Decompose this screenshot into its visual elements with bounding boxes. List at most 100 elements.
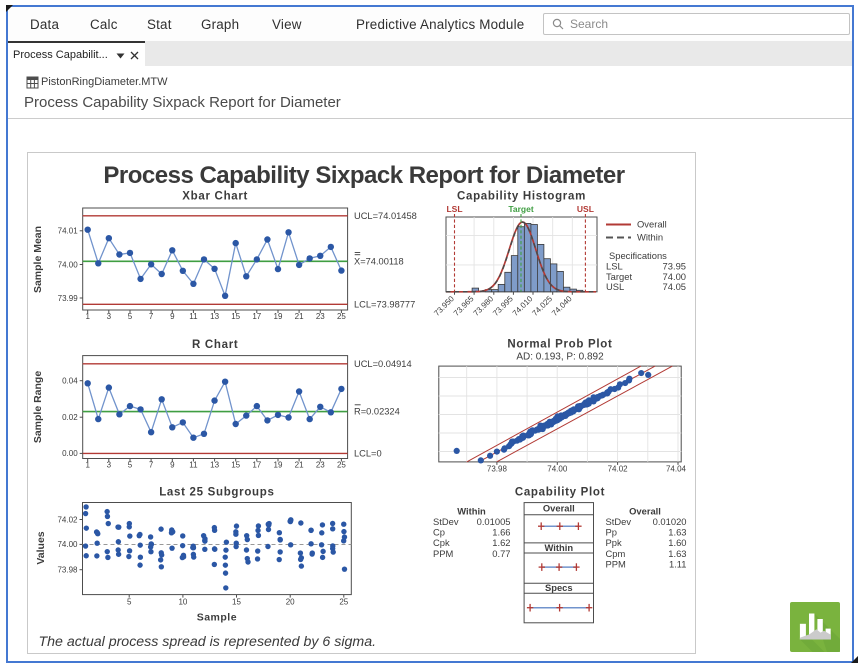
svg-text:Normal Prob Plot: Normal Prob Plot [507,338,612,350]
svg-text:25: 25 [336,460,345,469]
svg-text:19: 19 [273,311,282,320]
svg-text:Pp: Pp [605,526,616,537]
svg-text:5: 5 [127,311,132,320]
svg-text:15: 15 [232,597,241,606]
svg-text:0.00: 0.00 [62,449,78,458]
svg-text:Ppk: Ppk [605,537,621,548]
svg-text:Values: Values [35,531,47,564]
svg-text:7: 7 [148,311,153,320]
svg-text:UCL=0.04914: UCL=0.04914 [354,359,412,369]
svg-text:73.98: 73.98 [57,565,78,574]
svg-text:Capability Plot: Capability Plot [514,486,604,498]
svg-text:21: 21 [294,311,303,320]
svg-text:5: 5 [126,597,131,606]
svg-text:Specifications: Specifications [609,250,667,261]
svg-text:73.950: 73.950 [432,293,456,317]
svg-text:LCL=73.98777: LCL=73.98777 [354,299,415,309]
svg-text:20: 20 [285,597,294,606]
svg-text:73.99: 73.99 [57,293,78,302]
svg-text:73.965: 73.965 [451,293,475,317]
svg-text:74.00: 74.00 [547,464,568,473]
svg-text:17: 17 [252,460,261,469]
svg-text:1.63: 1.63 [668,547,686,558]
svg-text:Sample Range: Sample Range [32,370,44,443]
svg-text:The actual process spread is r: The actual process spread is represented… [38,634,376,650]
svg-text:5: 5 [127,460,132,469]
svg-text:13: 13 [210,460,219,469]
svg-text:19: 19 [273,460,282,469]
svg-text:Capability Histogram: Capability Histogram [456,190,585,202]
svg-text:X=74.00118: X=74.00118 [354,256,404,266]
svg-text:3: 3 [106,311,111,320]
svg-text:Cpm: Cpm [605,547,625,558]
svg-text:USL: USL [576,204,593,214]
svg-text:10: 10 [178,597,187,606]
svg-text:Overall: Overall [629,505,661,516]
svg-text:StDev: StDev [433,516,459,527]
svg-text:25: 25 [339,597,348,606]
svg-text:74.02: 74.02 [57,515,78,524]
svg-text:0.01005: 0.01005 [476,516,510,527]
svg-text:Sample Mean: Sample Mean [32,225,44,292]
svg-text:1.63: 1.63 [668,526,686,537]
svg-text:Sample: Sample [196,611,236,623]
svg-text:23: 23 [315,460,324,469]
svg-text:9: 9 [170,460,175,469]
svg-text:R=0.02324: R=0.02324 [354,406,400,416]
svg-text:Target: Target [508,204,534,214]
svg-text:73.995: 73.995 [491,293,515,317]
svg-text:R Chart: R Chart [191,338,237,350]
svg-text:0.77: 0.77 [492,547,510,558]
svg-text:1.62: 1.62 [492,537,510,548]
svg-text:0.02: 0.02 [62,413,78,422]
svg-text:PPM: PPM [605,558,626,569]
svg-text:1.11: 1.11 [668,558,686,569]
svg-text:9: 9 [170,311,175,320]
svg-text:7: 7 [148,460,153,469]
svg-text:13: 13 [210,311,219,320]
svg-text:Within: Within [637,231,663,242]
svg-text:15: 15 [231,460,240,469]
svg-text:73.980: 73.980 [471,293,495,317]
svg-text:1: 1 [85,460,90,469]
svg-text:LSL: LSL [446,204,462,214]
svg-text:1.60: 1.60 [668,537,686,548]
svg-text:23: 23 [315,311,324,320]
svg-text:74.040: 74.040 [550,293,574,317]
svg-text:Cpk: Cpk [433,537,450,548]
svg-text:Overall: Overall [542,502,574,513]
svg-text:LCL=0: LCL=0 [354,448,382,458]
svg-text:74.025: 74.025 [530,293,554,317]
svg-text:74.00: 74.00 [57,540,78,549]
svg-text:Xbar Chart: Xbar Chart [182,190,248,202]
svg-text:74.04: 74.04 [665,464,686,473]
svg-text:Overall: Overall [637,218,667,229]
svg-text:1.66: 1.66 [492,526,510,537]
svg-text:74.05: 74.05 [662,281,685,292]
svg-text:74.02: 74.02 [607,464,628,473]
svg-text:Within: Within [544,541,573,552]
svg-text:3: 3 [106,460,111,469]
svg-text:25: 25 [336,311,345,320]
svg-text:Cp: Cp [433,526,445,537]
svg-text:21: 21 [294,460,303,469]
svg-text:AD: 0.193, P: 0.892: AD: 0.193, P: 0.892 [516,351,604,362]
svg-text:11: 11 [189,460,198,469]
svg-text:Specs: Specs [544,582,572,593]
svg-text:1: 1 [85,311,90,320]
svg-text:15: 15 [231,311,240,320]
svg-text:11: 11 [189,311,198,320]
svg-text:0.01020: 0.01020 [652,516,686,527]
svg-text:73.98: 73.98 [486,464,507,473]
svg-text:UCL=74.01458: UCL=74.01458 [354,210,417,220]
svg-text:PPM: PPM [433,547,454,558]
svg-text:74.010: 74.010 [510,293,534,317]
svg-text:74.01: 74.01 [57,226,78,235]
svg-text:StDev: StDev [605,516,631,527]
svg-text:17: 17 [252,311,261,320]
svg-text:USL: USL [606,281,624,292]
svg-text:0.04: 0.04 [62,376,78,385]
svg-text:74.00: 74.00 [57,260,78,269]
svg-text:Within: Within [457,505,486,516]
svg-text:Last 25 Subgroups: Last 25 Subgroups [159,486,274,498]
